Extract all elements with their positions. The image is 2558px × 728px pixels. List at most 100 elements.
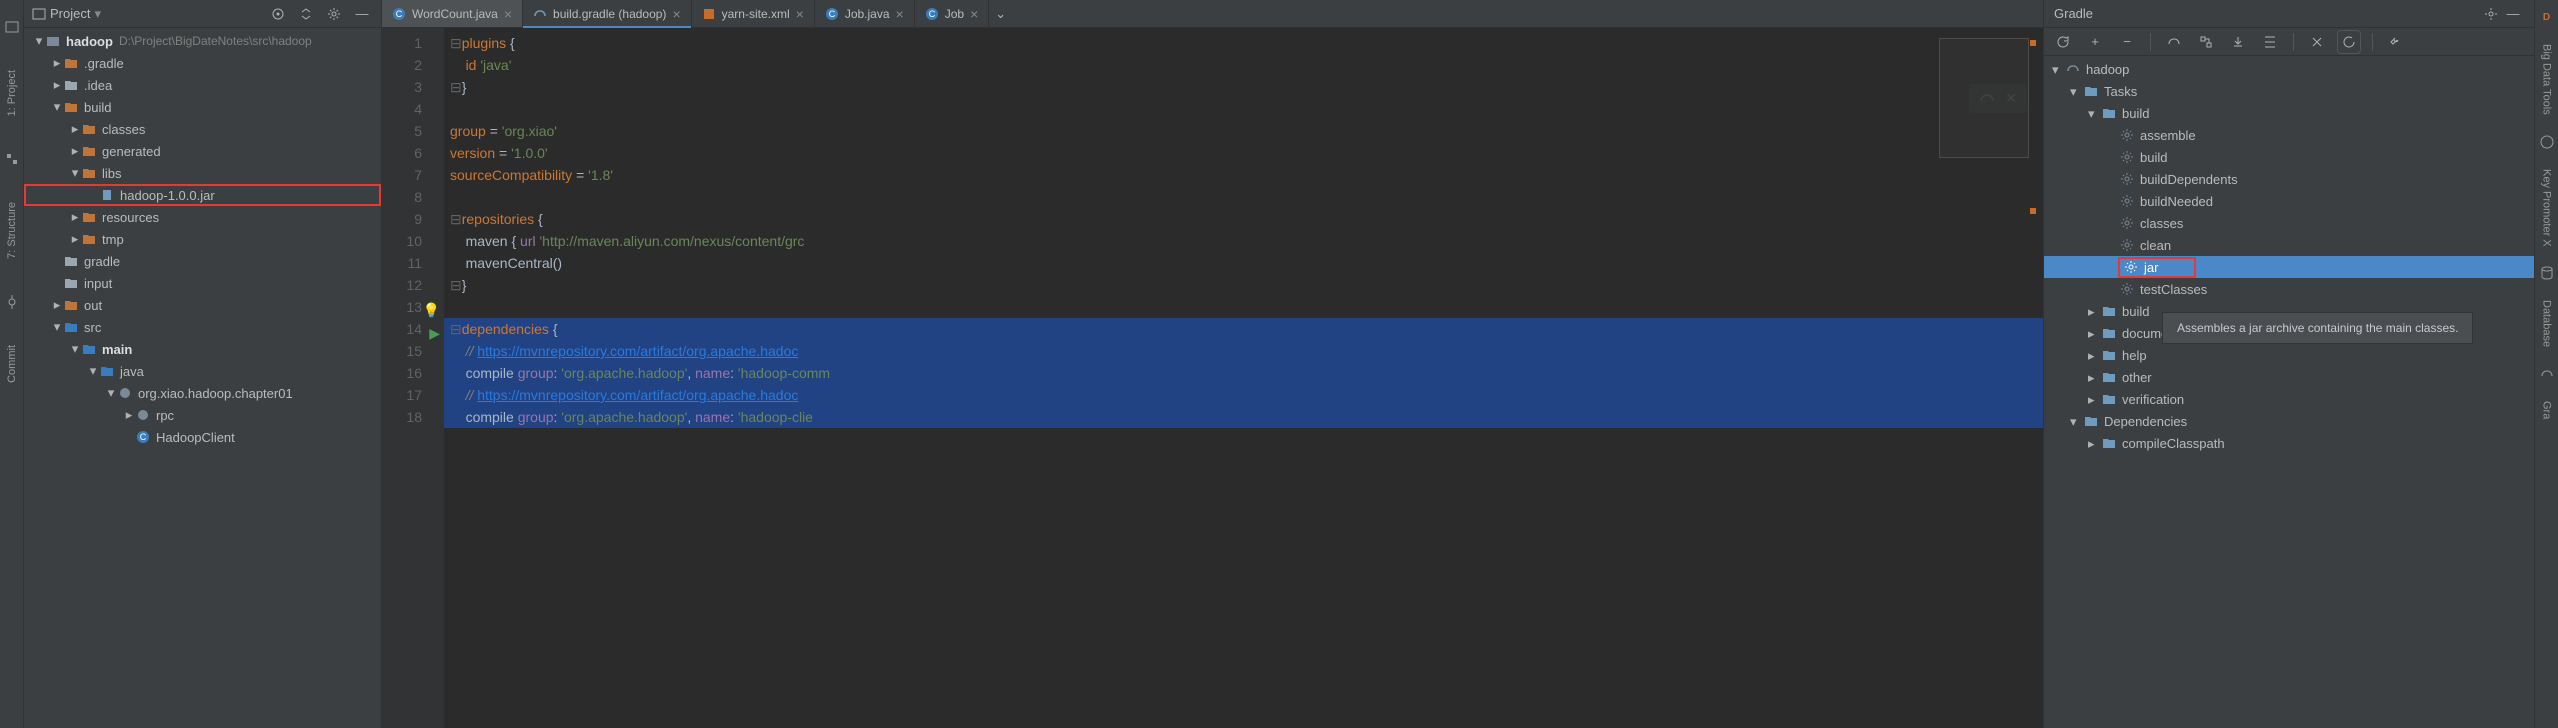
warning-strip-mark[interactable] — [2030, 208, 2036, 214]
tree-item[interactable]: ▸generated — [24, 140, 381, 162]
gear-icon[interactable] — [323, 3, 345, 25]
code-line[interactable]: // https://mvnrepository.com/artifact/or… — [444, 384, 2043, 406]
tree-item[interactable]: ▸classes — [24, 118, 381, 140]
expand-tree-icon[interactable] — [2259, 31, 2281, 53]
tree-item[interactable]: hadoop-1.0.0.jar — [24, 184, 381, 206]
gradle-tree-item[interactable]: ▸help — [2044, 344, 2534, 366]
more-tabs-chevron-icon[interactable]: ⌄ — [995, 6, 1006, 22]
show-deps-icon[interactable] — [2195, 31, 2217, 53]
code-line[interactable] — [444, 296, 2043, 318]
gradle-tree-item[interactable]: classes — [2044, 212, 2534, 234]
project-panel-title[interactable]: Project ▾ — [32, 6, 101, 22]
tree-item[interactable]: ▸resources — [24, 206, 381, 228]
gradle-tree-item[interactable]: ▾build — [2044, 102, 2534, 124]
editor-code[interactable]: ✕ ⊟plugins { id 'java'⊟}group = 'org.xia… — [444, 28, 2043, 728]
key-promoter-icon[interactable] — [2540, 135, 2554, 149]
close-icon[interactable]: × — [896, 6, 904, 22]
project-root-name[interactable]: hadoop — [66, 34, 113, 49]
gradle-tree-item[interactable]: buildDependents — [2044, 168, 2534, 190]
commit-stripe-icon[interactable] — [5, 295, 19, 309]
editor-tab[interactable]: CJob× — [915, 0, 990, 27]
code-line[interactable]: ⊟} — [444, 274, 2043, 296]
keypromo-label[interactable]: Key Promoter X — [2541, 169, 2553, 247]
code-line[interactable] — [444, 186, 2043, 208]
tree-item[interactable]: ▾main — [24, 338, 381, 360]
tree-item[interactable]: ▸.gradle — [24, 52, 381, 74]
reload-icon[interactable] — [2052, 31, 2074, 53]
code-line[interactable]: ⊟dependencies { — [444, 318, 2043, 340]
editor-tab[interactable]: CJob.java× — [815, 0, 915, 27]
gradle-tree-item[interactable]: assemble — [2044, 124, 2534, 146]
code-line[interactable]: maven { url 'http://maven.aliyun.com/nex… — [444, 230, 2043, 252]
tree-item[interactable]: CHadoopClient — [24, 426, 381, 448]
project-tree[interactable]: ▾hadoopD:\Project\BigDateNotes\src\hadoo… — [24, 28, 381, 728]
elephant-run-icon[interactable] — [2163, 31, 2185, 53]
database-label[interactable]: Database — [2541, 300, 2553, 347]
code-line[interactable]: ⊟plugins { — [444, 32, 2043, 54]
structure-stripe-icon[interactable] — [5, 152, 19, 166]
gradle-tree-item[interactable]: build — [2044, 146, 2534, 168]
gradle-tree-item[interactable]: clean — [2044, 234, 2534, 256]
editor-tab[interactable]: yarn-site.xml× — [692, 0, 815, 27]
download-sources-icon[interactable] — [2227, 31, 2249, 53]
gradle-tree-item[interactable]: ▾Tasks — [2044, 80, 2534, 102]
hide-icon[interactable]: — — [351, 3, 373, 25]
tree-item[interactable]: ▸.idea — [24, 74, 381, 96]
tree-item[interactable]: ▾build — [24, 96, 381, 118]
gradle-tree-item[interactable]: jar — [2044, 256, 2534, 278]
code-line[interactable]: compile group: 'org.apache.hadoop', name… — [444, 362, 2043, 384]
structure-stripe-label[interactable]: 7: Structure — [6, 196, 18, 265]
gradle-tree-item[interactable]: buildNeeded — [2044, 190, 2534, 212]
code-line[interactable]: ⊟repositories { — [444, 208, 2043, 230]
tree-item[interactable]: ▾org.xiao.hadoop.chapter01 — [24, 382, 381, 404]
tree-item[interactable]: ▾libs — [24, 162, 381, 184]
editor-tab[interactable]: CWordCount.java× — [382, 0, 523, 27]
tree-item[interactable]: gradle — [24, 250, 381, 272]
project-stripe-icon[interactable] — [5, 20, 19, 34]
hide-icon[interactable]: — — [2502, 3, 2524, 25]
gradle-tree-item[interactable]: ▸verification — [2044, 388, 2534, 410]
locate-icon[interactable] — [267, 3, 289, 25]
tree-item[interactable]: ▸rpc — [24, 404, 381, 426]
wrench-icon[interactable] — [2385, 31, 2407, 53]
database-icon[interactable] — [2540, 266, 2554, 280]
remove-icon[interactable]: − — [2116, 31, 2138, 53]
add-icon[interactable]: + — [2084, 31, 2106, 53]
toggle-offline-icon[interactable] — [2306, 31, 2328, 53]
code-line[interactable]: compile group: 'org.apache.hadoop', name… — [444, 406, 2043, 428]
close-icon[interactable]: × — [504, 6, 512, 22]
expand-all-icon[interactable] — [295, 3, 317, 25]
tree-item[interactable]: input — [24, 272, 381, 294]
database-tool-d-icon[interactable]: D — [2540, 10, 2554, 24]
gradle-tree-item[interactable]: ▾hadoop — [2044, 58, 2534, 80]
toggle-build-icon[interactable] — [2338, 31, 2360, 53]
gradle-tree[interactable]: Assembles a jar archive containing the m… — [2044, 56, 2534, 728]
tree-item[interactable]: ▸out — [24, 294, 381, 316]
code-line[interactable]: sourceCompatibility = '1.8' — [444, 164, 2043, 186]
editor-tab[interactable]: build.gradle (hadoop)× — [523, 0, 692, 27]
bigdata-label[interactable]: Big Data Tools — [2541, 44, 2553, 115]
editor-gutter[interactable]: 12345678910111213💡14▶15161718 — [382, 28, 444, 728]
code-line[interactable]: version = '1.0.0' — [444, 142, 2043, 164]
gradle-tree-item[interactable]: testClasses — [2044, 278, 2534, 300]
project-stripe-label[interactable]: 1: Project — [6, 64, 18, 122]
close-icon[interactable]: × — [672, 6, 680, 22]
gradle-stripe-label[interactable]: Gra — [2541, 401, 2553, 419]
gradle-tree-item[interactable]: ▸other — [2044, 366, 2534, 388]
code-line[interactable]: // https://mvnrepository.com/artifact/or… — [444, 340, 2043, 362]
tree-item[interactable]: ▸tmp — [24, 228, 381, 250]
commit-stripe-label[interactable]: Commit — [6, 339, 18, 389]
tree-item[interactable]: ▾src — [24, 316, 381, 338]
tree-item[interactable]: ▾java — [24, 360, 381, 382]
close-icon[interactable]: × — [796, 6, 804, 22]
gradle-tree-item[interactable]: ▾Dependencies — [2044, 410, 2534, 432]
close-icon[interactable]: × — [970, 6, 978, 22]
gear-icon[interactable] — [2480, 3, 2502, 25]
code-line[interactable]: ⊟} — [444, 76, 2043, 98]
code-line[interactable]: id 'java' — [444, 54, 2043, 76]
code-line[interactable]: mavenCentral() — [444, 252, 2043, 274]
code-line[interactable]: group = 'org.xiao' — [444, 120, 2043, 142]
minimap[interactable] — [1939, 38, 2029, 158]
warning-strip-mark[interactable] — [2030, 40, 2036, 46]
gradle-stripe-icon[interactable] — [2540, 367, 2554, 381]
